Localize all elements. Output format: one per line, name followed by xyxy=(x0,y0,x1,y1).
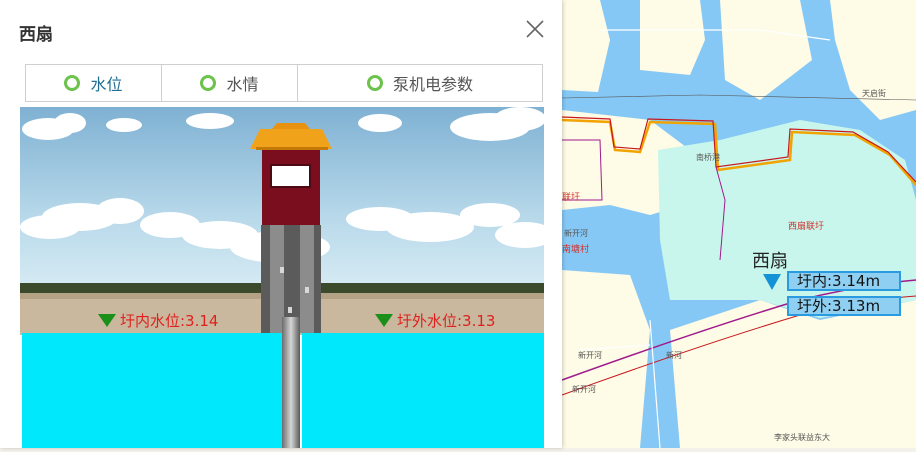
tab-label: 水位 xyxy=(90,75,123,94)
map-label-s1: 新开河 xyxy=(578,351,602,360)
station-popup: 西扇 水位 水情 泵机电参数 圩内水位:3.14 圩外水位:3.13 xyxy=(0,0,562,448)
map-label-top-right: 天启街 xyxy=(862,89,886,98)
map-label-area-left: 联圩 xyxy=(562,193,581,203)
inside-level-text: 圩内水位:3.14 xyxy=(120,312,219,330)
map-label-s3: 新开河 xyxy=(572,385,596,394)
tab-label: 水情 xyxy=(226,75,259,94)
close-icon xyxy=(526,20,544,38)
station-marker-icon[interactable] xyxy=(763,274,781,290)
popup-title: 西扇 xyxy=(19,25,53,45)
tab-bar: 水位 水情 泵机电参数 xyxy=(25,64,543,102)
outside-water-level-tag: 圩外水位:3.13 xyxy=(375,310,495,331)
map-label-village-left: 南塘村 xyxy=(562,245,590,255)
tab-water-level[interactable]: 水位 xyxy=(26,65,162,101)
level-marker-icon xyxy=(375,314,393,327)
map-label-bottom: 李家头联益东大 xyxy=(774,433,830,442)
sluice-illustration xyxy=(20,107,544,448)
water-level-scene: 圩内水位:3.14 圩外水位:3.13 xyxy=(20,107,544,448)
tab-indicator-icon xyxy=(64,75,81,91)
tab-indicator-icon xyxy=(200,75,217,91)
inside-water-level-tag: 圩内水位:3.14 xyxy=(98,310,218,331)
station-name-label: 西扇 xyxy=(752,251,788,272)
inside-level-readout: 圩内:3.14m xyxy=(787,271,901,291)
map-label-nan: 南桥港 xyxy=(696,153,720,162)
tab-pump-params[interactable]: 泵机电参数 xyxy=(298,65,542,101)
tab-water-regime[interactable]: 水情 xyxy=(162,65,298,101)
tab-label: 泵机电参数 xyxy=(392,75,473,94)
tab-indicator-icon xyxy=(366,75,383,91)
map-label-river-left: 新开河 xyxy=(564,229,588,238)
level-marker-icon xyxy=(98,314,116,327)
map-label-area-main: 西扇联圩 xyxy=(788,222,825,232)
outside-level-text: 圩外水位:3.13 xyxy=(397,312,496,330)
outside-level-readout: 圩外:3.13m xyxy=(787,296,901,316)
map-label-s2: 新河 xyxy=(666,351,682,360)
close-button[interactable] xyxy=(524,18,546,40)
